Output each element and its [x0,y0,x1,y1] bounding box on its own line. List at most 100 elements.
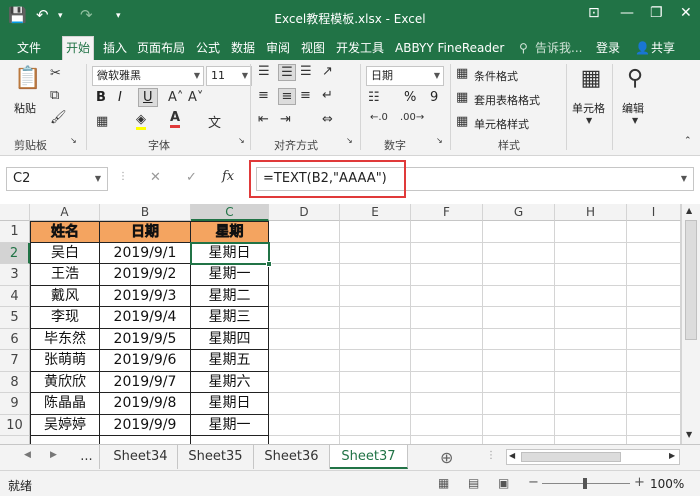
empty-cell[interactable] [627,414,681,436]
column-header-c[interactable]: C [191,204,269,221]
worksheet-grid[interactable]: A B C D E F G H I 1 姓名 日期 星期 2 吴白 2019/9/1 星期日 3… [0,204,700,444]
empty-cell[interactable] [269,436,340,444]
ribbon-display-options-icon[interactable]: ⊡ [588,5,600,21]
horizontal-scrollbar[interactable]: ◀ ▶ [506,449,680,465]
header-cell[interactable]: 姓名 [30,221,100,243]
zoom-slider-thumb[interactable] [583,478,587,489]
header-cell[interactable]: 星期 [191,221,269,243]
conditional-format-icon[interactable]: ▦ [456,66,468,81]
page-break-view-icon[interactable]: ▣ [498,476,509,490]
sheet-prev-icon[interactable]: ◀ [24,450,31,460]
empty-cell[interactable] [411,393,483,415]
table-cell[interactable] [191,436,269,444]
new-sheet-icon[interactable]: ⊕ [440,448,453,467]
row-header[interactable]: 8 [0,371,30,393]
tab-file[interactable]: 文件 [14,38,44,60]
find-icon[interactable]: ⚲ [622,66,648,91]
empty-cell[interactable] [483,264,555,286]
table-format-button[interactable]: 套用表格格式 [474,92,540,108]
align-left-icon[interactable]: ≡ [258,88,269,103]
empty-cell[interactable] [555,414,627,436]
paste-button[interactable]: 粘贴 [14,100,36,116]
empty-cell[interactable] [483,393,555,415]
scroll-up-icon[interactable]: ▲ [686,206,692,215]
empty-cell[interactable] [483,242,555,264]
empty-cell[interactable] [269,285,340,307]
cancel-icon[interactable]: ✕ [150,170,161,185]
empty-cell[interactable] [483,285,555,307]
table-cell[interactable]: 陈晶晶 [30,393,100,415]
sheet-tab-34[interactable]: Sheet34 [104,445,178,469]
tab-page-layout[interactable]: 页面布局 [134,38,188,60]
empty-cell[interactable] [340,285,411,307]
select-all-corner[interactable] [0,204,30,221]
column-header-i[interactable]: I [627,204,681,221]
edit-dropdown-icon[interactable]: ▼ [632,116,638,125]
horizontal-scroll-thumb[interactable] [521,452,621,462]
row-header[interactable]: 10 [0,414,30,436]
tab-insert[interactable]: 插入 [100,38,130,60]
tab-data[interactable]: 数据 [228,38,258,60]
table-cell[interactable]: 吴白 [30,242,100,264]
header-cell[interactable]: 日期 [100,221,191,243]
empty-cell[interactable] [340,350,411,372]
copy-icon[interactable]: ⧉ [50,88,59,103]
table-cell[interactable]: 2019/9/5 [100,328,191,350]
empty-cell[interactable] [627,393,681,415]
cells-icon[interactable]: ▦ [578,66,604,91]
table-cell[interactable]: 星期四 [191,328,269,350]
cut-icon[interactable]: ✂ [50,66,61,81]
align-right-icon[interactable]: ≡ [300,88,311,103]
tell-me-box[interactable]: 告诉我... [532,38,585,60]
increase-indent-icon[interactable]: ⇥ [280,112,291,127]
table-cell[interactable]: 2019/9/3 [100,285,191,307]
font-size-combo[interactable]: 11 ▼ [206,66,252,86]
sheet-more-button[interactable]: ... [74,445,100,469]
row-header[interactable]: 4 [0,285,30,307]
italic-button[interactable]: I [118,90,122,105]
alignment-launcher-icon[interactable]: ↘ [346,136,353,145]
orientation-icon[interactable]: ↗ [322,64,333,79]
empty-cell[interactable] [411,285,483,307]
table-cell[interactable]: 张萌萌 [30,350,100,372]
empty-cell[interactable] [340,414,411,436]
column-header-f[interactable]: F [411,204,483,221]
fill-color-icon[interactable]: ◈ [136,112,146,130]
empty-cell[interactable] [627,242,681,264]
cell-style-button[interactable]: 单元格样式 [474,116,529,132]
empty-cell[interactable] [483,350,555,372]
border-icon[interactable]: ▦ [96,114,108,129]
row-header[interactable]: 9 [0,393,30,415]
empty-cell[interactable] [555,264,627,286]
zoom-out-button[interactable]: − [528,475,539,490]
tab-view[interactable]: 视图 [298,38,328,60]
empty-cell[interactable] [411,307,483,329]
empty-cell[interactable] [555,285,627,307]
underline-button[interactable]: U [138,88,158,107]
empty-cell[interactable] [555,350,627,372]
table-cell[interactable]: 吴婷婷 [30,414,100,436]
empty-cell[interactable] [555,393,627,415]
font-color-icon[interactable]: A [170,110,181,128]
empty-cell[interactable] [411,264,483,286]
column-header-d[interactable]: D [269,204,340,221]
empty-cell[interactable] [269,414,340,436]
table-cell[interactable]: 星期二 [191,285,269,307]
empty-cell[interactable] [627,264,681,286]
table-cell[interactable]: 2019/9/9 [100,414,191,436]
scroll-right-icon[interactable]: ▶ [669,451,675,460]
empty-cell[interactable] [483,436,555,444]
empty-cell[interactable] [483,328,555,350]
sheet-tab-37[interactable]: Sheet37 [330,445,408,469]
empty-cell[interactable] [269,307,340,329]
empty-cell[interactable] [340,371,411,393]
insert-function-icon[interactable]: fx [222,169,234,184]
align-center-icon[interactable]: ≡ [278,88,296,105]
table-cell[interactable]: 星期五 [191,350,269,372]
table-cell[interactable]: 星期一 [191,414,269,436]
empty-cell[interactable] [340,393,411,415]
table-cell[interactable]: 星期日 [191,393,269,415]
cell-style-icon[interactable]: ▦ [456,114,468,129]
empty-cell[interactable] [340,328,411,350]
merge-center-icon[interactable]: ⇔ [322,112,333,127]
